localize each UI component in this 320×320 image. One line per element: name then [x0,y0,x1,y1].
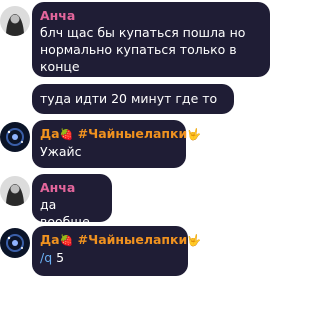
message-text-line: блч щас бы купаться пошла но [40,25,246,40]
strawberry-icon: 🍓 [59,234,74,247]
sender-name-prefix: Да [40,232,60,247]
sender-name-tag: #Чайныелапки [77,232,188,247]
sender-name-tag: #Чайныелапки [77,126,188,141]
bot-command-link[interactable]: /q [40,250,52,265]
avatar-ancha[interactable] [0,176,30,206]
rock-hand-icon: 🤟 [187,128,201,141]
chat-message-list: Анча блч щас бы купаться пошла но нормал… [0,0,277,320]
avatar-da[interactable] [0,228,30,258]
sender-name[interactable]: Да🍓 #Чайныелапки🤟 [40,232,201,249]
message-bubble[interactable]: Да🍓 #Чайныелапки🤟 Ужайс [32,120,201,168]
command-argument: 5 [56,250,65,265]
message-bubble[interactable]: туда идти 20 минут где то [32,84,234,114]
avatar-da[interactable] [0,122,30,152]
message-text: да вообще [40,197,90,229]
sender-name[interactable]: Да🍓 #Чайныелапки🤟 [40,126,201,143]
message-text: /q 5 [40,249,178,266]
message-bubble[interactable]: Анча блч щас бы купаться пошла но нормал… [32,2,270,91]
sender-name-prefix: Да [40,126,60,141]
message-text-line: нормально купаться только в конце [40,42,237,74]
strawberry-icon: 🍓 [59,128,74,141]
sender-name[interactable]: Анча [40,8,260,24]
message-text-line: туда идти 20 минут где то [40,91,218,106]
message-text: Ужайс [40,144,82,159]
message-bubble[interactable]: Да🍓 #Чайныелапки🤟 /q 5 [32,226,201,276]
rock-hand-icon: 🤟 [187,234,201,247]
message-bubble[interactable]: Анча да вообще [32,174,112,229]
sender-name[interactable]: Анча [40,180,102,196]
avatar-ancha[interactable] [0,6,30,36]
